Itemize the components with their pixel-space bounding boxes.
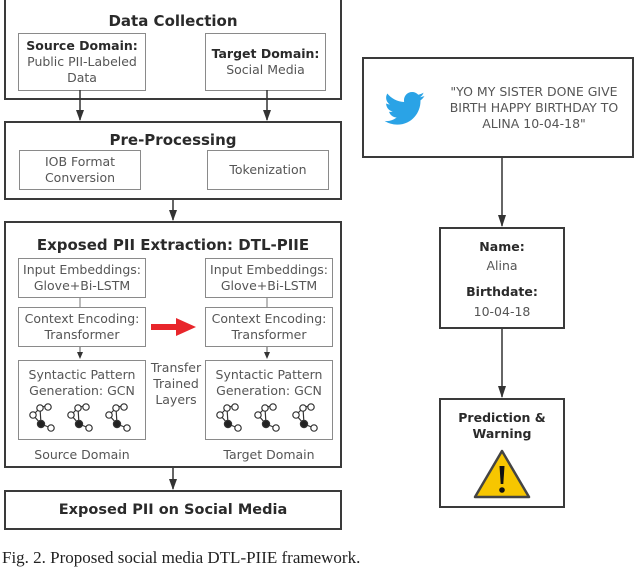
prediction-line2: Warning xyxy=(472,426,532,441)
source-input-embeddings-line2: Glove+Bi-LSTM xyxy=(33,278,131,293)
tokenization-box: Tokenization xyxy=(207,150,329,190)
target-gcn-line1: Syntactic Pattern xyxy=(215,367,323,382)
target-domain-heading: Target Domain: xyxy=(211,46,320,61)
transfer-trained-layers-label: Transfer Trained Layers xyxy=(146,360,206,408)
source-gcn-line2: Generation: GCN xyxy=(29,383,135,398)
pre-processing-title: Pre-Processing xyxy=(109,131,237,149)
prediction-line1: Prediction & xyxy=(458,410,546,425)
tweet-line2: BIRTH HAPPY BIRTHDAY TO xyxy=(449,100,619,115)
tweet-text: "YO MY SISTER DONE GIVE BIRTH HAPPY BIRT… xyxy=(444,73,624,143)
source-domain-line1: Public PII-Labeled xyxy=(27,54,137,69)
arrowhead xyxy=(76,110,84,121)
target-input-embeddings-line2: Glove+Bi-LSTM xyxy=(220,278,318,293)
source-gcn-box: Syntactic Pattern Generation: GCN xyxy=(18,360,146,440)
graph-network-icon xyxy=(27,403,61,437)
data-collection-box: Data Collection Source Domain: Public PI… xyxy=(4,0,342,100)
transfer-line2: Trained xyxy=(153,376,199,391)
target-gcn-box: Syntactic Pattern Generation: GCN xyxy=(205,360,333,440)
source-input-embeddings-box: Input Embeddings: Glove+Bi-LSTM xyxy=(18,258,146,298)
source-graph-icons xyxy=(19,403,145,437)
exposed-pii-output-title: Exposed PII on Social Media xyxy=(58,502,288,518)
source-gcn-line1: Syntactic Pattern xyxy=(28,367,136,382)
arrowhead xyxy=(263,110,271,121)
source-domain-label: Source Domain xyxy=(34,447,130,462)
target-graph-icons xyxy=(206,403,332,437)
target-gcn-line2: Generation: GCN xyxy=(216,383,322,398)
exposed-pii-output-box: Exposed PII on Social Media xyxy=(4,490,342,530)
target-context-encoding-box: Context Encoding: Transformer xyxy=(205,307,333,347)
data-collection-title: Data Collection xyxy=(108,12,238,30)
tweet-line3: ALINA 10-04-18" xyxy=(482,116,586,131)
target-domain-label: Target Domain xyxy=(223,447,315,462)
figure-caption: Fig. 2. Proposed social media DTL-PIIE f… xyxy=(2,548,361,567)
source-domain-heading: Source Domain: xyxy=(26,38,138,53)
twitter-bird-icon xyxy=(384,92,425,125)
target-domain-box: Target Domain: Social Media xyxy=(205,33,326,91)
target-input-embeddings-box: Input Embeddings: Glove+Bi-LSTM xyxy=(205,258,333,298)
extracted-pii-box: Name: Alina Birthdate: 10-04-18 xyxy=(439,227,565,329)
arrowhead xyxy=(169,210,177,221)
transfer-line3: Layers xyxy=(155,392,197,407)
target-domain-line1: Social Media xyxy=(226,62,305,77)
graph-network-icon xyxy=(290,403,324,437)
name-label: Name: xyxy=(479,239,525,254)
warning-triangle-icon xyxy=(473,449,531,499)
arrowhead xyxy=(498,215,506,227)
birthdate-value: 10-04-18 xyxy=(473,304,531,319)
source-context-encoding-line1: Context Encoding: xyxy=(24,311,140,326)
tweet-box: "YO MY SISTER DONE GIVE BIRTH HAPPY BIRT… xyxy=(362,57,634,158)
birthdate-label: Birthdate: xyxy=(466,284,538,299)
transfer-line1: Transfer xyxy=(150,360,202,375)
pre-processing-box: Pre-Processing IOB Format Conversion Tok… xyxy=(4,121,342,200)
target-context-encoding-line2: Transformer xyxy=(231,327,307,342)
source-input-embeddings-line1: Input Embeddings: xyxy=(23,262,141,277)
target-input-embeddings-line1: Input Embeddings: xyxy=(210,262,328,277)
iob-line2: Conversion xyxy=(44,170,116,185)
pii-extraction-box: Exposed PII Extraction: DTL-PIIE Input E… xyxy=(4,221,342,468)
graph-network-icon xyxy=(252,403,286,437)
pii-extraction-title: Exposed PII Extraction: DTL-PIIE xyxy=(36,236,310,254)
arrowhead xyxy=(498,386,506,398)
graph-network-icon xyxy=(103,403,137,437)
source-context-encoding-box: Context Encoding: Transformer xyxy=(18,307,146,347)
source-domain-line2: Data xyxy=(67,70,97,85)
target-context-encoding-line1: Context Encoding: xyxy=(211,311,327,326)
source-domain-box: Source Domain: Public PII-Labeled Data xyxy=(18,33,146,91)
graph-network-icon xyxy=(65,403,99,437)
iob-format-box: IOB Format Conversion xyxy=(19,150,141,190)
prediction-warning-box: Prediction & Warning xyxy=(439,398,565,508)
tokenization-label: Tokenization xyxy=(229,162,307,177)
iob-line1: IOB Format xyxy=(44,154,116,169)
name-value: Alina xyxy=(486,258,518,273)
tweet-line1: "YO MY SISTER DONE GIVE xyxy=(450,84,618,99)
graph-network-icon xyxy=(214,403,248,437)
source-context-encoding-line2: Transformer xyxy=(44,327,120,342)
arrowhead xyxy=(169,479,177,490)
